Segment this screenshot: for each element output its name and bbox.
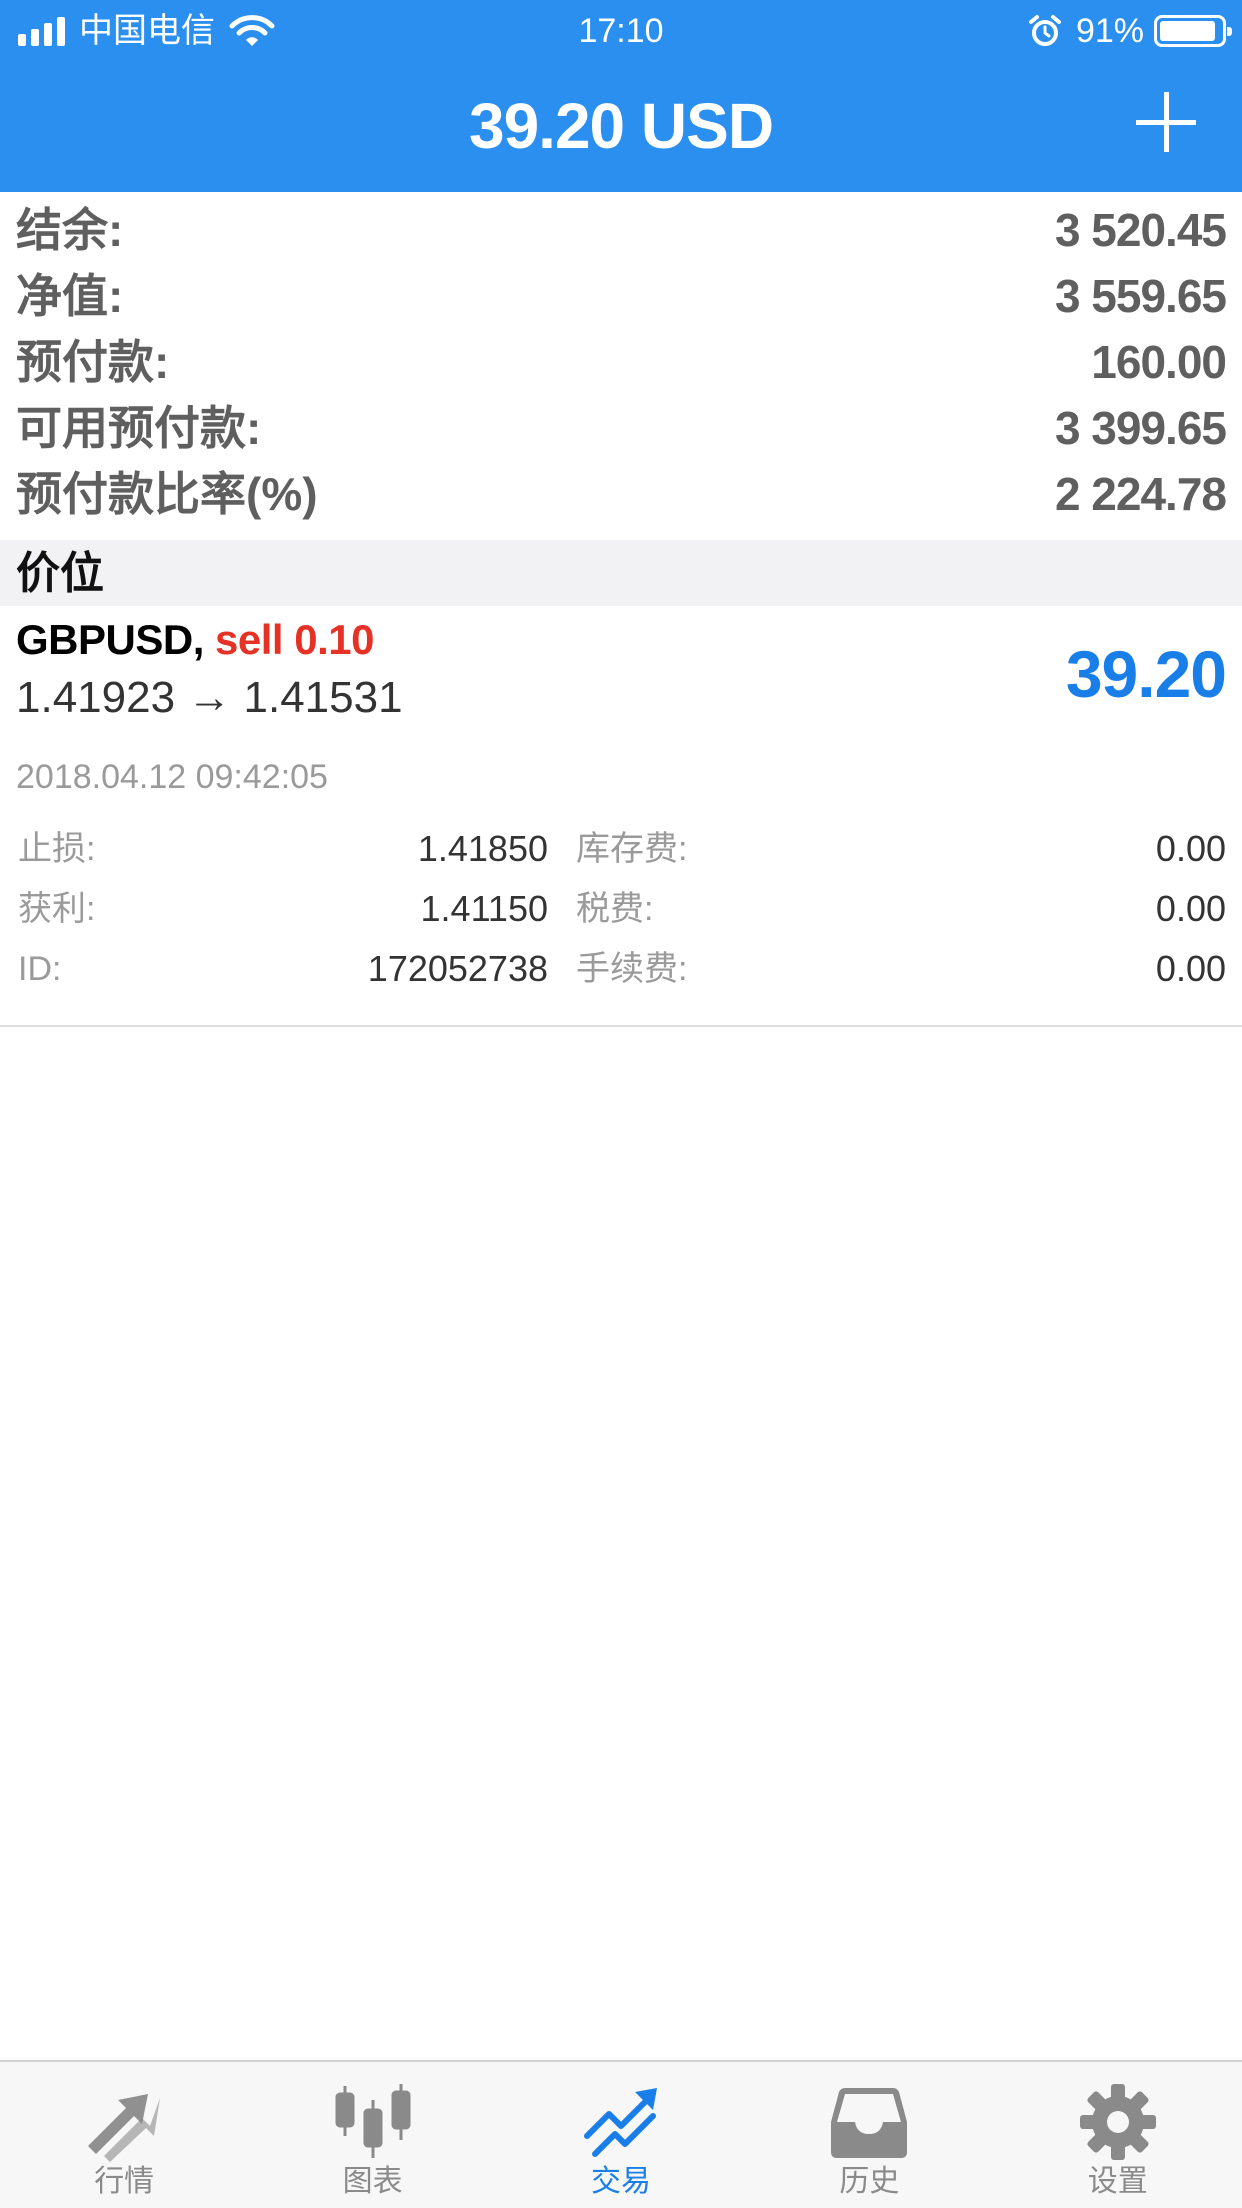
tab-label: 图表 [342, 2165, 403, 2198]
position-details: 止损: 1.41850 库存费: 0.00 获利: 1.41150 税费: 0.… [0, 820, 1242, 1000]
commission-label: 手续费: [576, 950, 688, 988]
account-summary: 结余: 3 520.45 净值: 3 559.65 预付款: 160.00 可用… [0, 196, 1242, 526]
detail-row: 止损: 1.41850 库存费: 0.00 [0, 820, 1242, 880]
history-inbox-icon [831, 2088, 908, 2158]
battery-fill [1160, 21, 1215, 41]
quotes-arrows-icon [88, 2094, 161, 2162]
battery-percent: 91% [1075, 12, 1144, 50]
equity-label: 净值: [16, 270, 124, 322]
tab-settings[interactable]: 设置 [994, 2062, 1242, 2208]
balance-value: 3 520.45 [1054, 204, 1227, 256]
tab-history[interactable]: 历史 [745, 2062, 993, 2208]
equity-value: 3 559.65 [1054, 270, 1227, 322]
position-row[interactable]: GBPUSD, sell 0.10 1.41923 → 1.41531 39.2… [0, 606, 1242, 1026]
gear-icon [1079, 2084, 1156, 2160]
position-symbol-line: GBPUSD, sell 0.10 [16, 612, 374, 668]
margin-level-value: 2 224.78 [1054, 468, 1227, 520]
detail-row: 获利: 1.41150 税费: 0.00 [0, 880, 1242, 940]
positions-section-header: 价位 [0, 540, 1242, 606]
battery-icon [1154, 15, 1232, 47]
take-profit-label: 获利: [18, 890, 96, 928]
margin-level-row: 预付款比率(%) 2 224.78 [0, 460, 1242, 526]
detail-row: ID: 172052738 手续费: 0.00 [0, 940, 1242, 1000]
order-id-label: ID: [18, 950, 62, 988]
app-screen: 中国电信 17:10 91% 39.20 USD 结余: 3 520.45 净值… [0, 0, 1242, 2208]
page-title: 39.20 USD [468, 90, 774, 162]
tab-label: 设置 [1087, 2165, 1148, 2198]
equity-row: 净值: 3 559.65 [0, 262, 1242, 328]
status-bar: 中国电信 17:10 91% [0, 0, 1242, 62]
balance-row: 结余: 3 520.45 [0, 196, 1242, 262]
position-open-time: 2018.04.12 09:42:05 [16, 758, 328, 796]
tab-label: 行情 [94, 2165, 155, 2198]
tab-label: 交易 [590, 2165, 651, 2198]
taxes-label: 税费: [576, 890, 654, 928]
position-prices: 1.41923 → 1.41531 [16, 673, 403, 722]
position-symbol: GBPUSD, [16, 616, 204, 663]
stop-loss-value: 1.41850 [417, 828, 548, 869]
free-margin-label: 可用预付款: [16, 402, 262, 454]
trade-trend-icon [583, 2088, 657, 2157]
position-profit: 39.20 [1065, 637, 1227, 711]
free-margin-row: 可用预付款: 3 399.65 [0, 394, 1242, 460]
balance-label: 结余: [16, 204, 124, 256]
row-divider [0, 1025, 1242, 1027]
swap-label: 库存费: [576, 830, 688, 868]
candlestick-chart-icon [335, 2084, 411, 2158]
free-margin-value: 3 399.65 [1054, 402, 1227, 454]
plus-icon[interactable] [1136, 92, 1196, 152]
section-title: 价位 [16, 549, 104, 598]
commission-value: 0.00 [1155, 948, 1226, 989]
margin-label: 预付款: [16, 336, 170, 388]
nav-bar: 39.20 USD [0, 62, 1242, 192]
tab-quotes[interactable]: 行情 [0, 2062, 248, 2208]
tab-charts[interactable]: 图表 [248, 2062, 496, 2208]
swap-value: 0.00 [1155, 828, 1226, 869]
taxes-value: 0.00 [1155, 888, 1226, 929]
margin-level-label: 预付款比率(%) [16, 468, 318, 520]
status-bar-right: 91% [1028, 10, 1232, 52]
alarm-icon [1028, 15, 1061, 46]
order-id-value: 172052738 [367, 948, 548, 989]
stop-loss-label: 止损: [18, 830, 96, 868]
position-side: sell 0.10 [215, 616, 374, 663]
tab-trade[interactable]: 交易 [497, 2062, 745, 2208]
tab-label: 历史 [839, 2165, 900, 2198]
take-profit-value: 1.41150 [420, 888, 548, 929]
margin-value: 160.00 [1091, 336, 1227, 388]
tab-bar: 行情 图表 交易 历史 设置 [0, 2060, 1242, 2208]
margin-row: 预付款: 160.00 [0, 328, 1242, 394]
